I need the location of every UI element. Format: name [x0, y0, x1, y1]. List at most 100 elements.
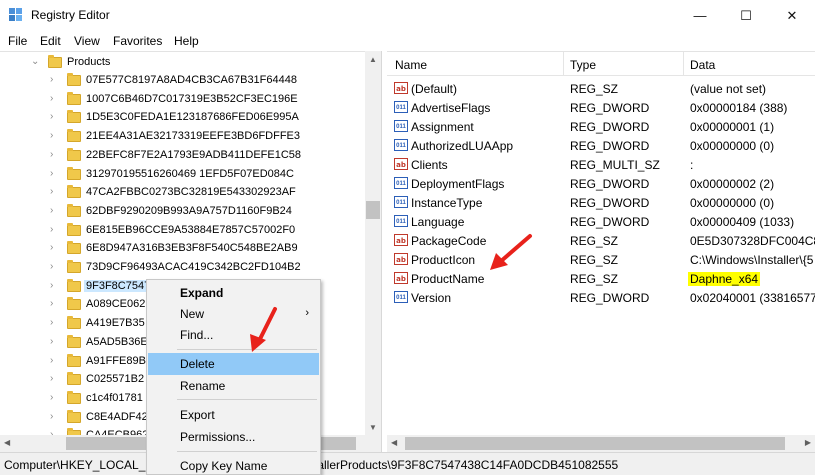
- folder-icon: [67, 278, 81, 292]
- chevron-right-icon[interactable]: ›: [50, 280, 53, 291]
- value-row[interactable]: 011 DeploymentFlags REG_DWORD 0x00000002 (2…: [387, 174, 815, 193]
- menu-help[interactable]: Help: [174, 34, 199, 48]
- folder-icon: [67, 222, 81, 236]
- tree-item[interactable]: › 312970195516260469 1EFD5F07ED084C: [0, 166, 365, 184]
- column-header-type[interactable]: Type: [570, 58, 596, 72]
- value-row[interactable]: ab ProductName REG_SZ Daphne_x64: [387, 269, 815, 288]
- column-header-name[interactable]: Name: [395, 58, 427, 72]
- tree-item[interactable]: › 6E8D947A316B3EB3F8F540C548BE2AB9: [0, 240, 365, 258]
- chevron-right-icon[interactable]: ›: [50, 149, 53, 160]
- value-type: REG_DWORD: [570, 291, 650, 305]
- tree-item[interactable]: › 1007C6B46D7C017319E3B52CF3EC196E: [0, 91, 365, 109]
- chevron-right-icon[interactable]: ›: [50, 93, 53, 104]
- value-row[interactable]: ab (Default) REG_SZ (value not set): [387, 79, 815, 98]
- context-menu-permissions[interactable]: Permissions...: [148, 426, 319, 448]
- chevron-right-icon[interactable]: ›: [50, 317, 53, 328]
- tree-item-label: 6E8D947A316B3EB3F8F540C548BE2AB9: [86, 242, 298, 255]
- context-menu-expand[interactable]: Expand: [148, 282, 319, 304]
- context-menu-find[interactable]: Find...: [148, 324, 319, 346]
- folder-icon: [67, 390, 81, 404]
- value-data: 0x00000002 (2): [690, 177, 775, 191]
- scroll-left-arrow-icon[interactable]: ◀: [391, 438, 397, 447]
- value-name: ProductIcon: [411, 253, 476, 267]
- value-row[interactable]: 011 Assignment REG_DWORD 0x00000001 (1): [387, 117, 815, 136]
- chevron-right-icon[interactable]: ›: [50, 111, 53, 122]
- values-list-pane[interactable]: Name Type Data ab (Default) REG_SZ (value n…: [387, 51, 815, 435]
- context-menu-rename[interactable]: Rename: [148, 375, 319, 397]
- value-row[interactable]: 011 InstanceType REG_DWORD 0x00000000 (0): [387, 193, 815, 212]
- string-value-icon: ab: [394, 272, 408, 284]
- tree-item-label: C8E4ADF42: [86, 410, 148, 423]
- menu-file[interactable]: File: [8, 34, 27, 48]
- tree-item[interactable]: › 07E577C8197A8AD4CB3CA67B31F64448: [0, 72, 365, 90]
- chevron-right-icon[interactable]: ›: [50, 261, 53, 272]
- menu-favorites[interactable]: Favorites: [113, 34, 162, 48]
- chevron-right-icon[interactable]: ›: [50, 411, 53, 422]
- menu-bar: File Edit View Favorites Help: [0, 31, 815, 51]
- chevron-right-icon[interactable]: ›: [50, 130, 53, 141]
- scrollbar-thumb[interactable]: [366, 201, 380, 219]
- menu-edit[interactable]: Edit: [40, 34, 61, 48]
- tree-item[interactable]: › 1D5E3C0FEDA1E123187686FED06E995A: [0, 109, 365, 127]
- value-data: 0x00000001 (1): [690, 120, 775, 134]
- scroll-down-arrow-icon[interactable]: ▼: [365, 419, 381, 435]
- context-menu-delete[interactable]: Delete: [148, 353, 319, 375]
- chevron-right-icon[interactable]: ›: [50, 298, 53, 309]
- tree-item[interactable]: › 73D9CF96493ACAC419C342BC2FD104B2: [0, 259, 365, 277]
- chevron-right-icon[interactable]: ›: [50, 168, 53, 179]
- scroll-right-arrow-icon[interactable]: ▶: [805, 438, 811, 447]
- tree-item-label: 21EE4A31AE32173319EEFE3BD6FDFFE3: [86, 130, 301, 143]
- value-data: 0x02040001 (33816577): [690, 291, 815, 305]
- list-horizontal-scrollbar[interactable]: ◀ ▶: [387, 435, 815, 452]
- value-data: :: [690, 158, 694, 172]
- chevron-right-icon[interactable]: ›: [50, 74, 53, 85]
- chevron-right-icon[interactable]: ›: [50, 355, 53, 366]
- menu-view[interactable]: View: [74, 34, 100, 48]
- chevron-right-icon[interactable]: ›: [50, 224, 53, 235]
- chevron-right-icon[interactable]: ›: [50, 186, 53, 197]
- chevron-right-icon[interactable]: ›: [50, 392, 53, 403]
- chevron-right-icon[interactable]: ›: [50, 205, 53, 216]
- close-button[interactable]: ✕: [769, 0, 815, 31]
- value-data: 0x00000184 (388): [690, 101, 788, 115]
- value-data: 0E5D307328DFC004C85: [690, 234, 815, 248]
- context-menu-export[interactable]: Export: [148, 404, 319, 426]
- tree-item[interactable]: › 21EE4A31AE32173319EEFE3BD6FDFFE3: [0, 128, 365, 146]
- chevron-right-icon[interactable]: ›: [50, 242, 53, 253]
- value-name: DeploymentFlags: [411, 177, 505, 191]
- context-menu-new[interactable]: New ›: [148, 303, 319, 325]
- tree-item[interactable]: › 22BEFC8F7E2A1793E9ADB411DEFE1C58: [0, 147, 365, 165]
- value-row[interactable]: 011 Language REG_DWORD 0x00000409 (1033): [387, 212, 815, 231]
- value-row[interactable]: ab ProductIcon REG_SZ C:\Windows\Installer\…: [387, 250, 815, 269]
- tree-item[interactable]: › 47CA2FBBC0273BC32819E543302923AF: [0, 184, 365, 202]
- tree-item[interactable]: › 62DBF9290209B993A9A757D1160F9B24: [0, 203, 365, 221]
- value-row[interactable]: 011 AuthorizedLUAApp REG_DWORD 0x00000000 (…: [387, 136, 815, 155]
- value-row[interactable]: ab PackageCode REG_SZ 0E5D307328DFC004C85: [387, 231, 815, 250]
- value-type: REG_DWORD: [570, 120, 650, 134]
- value-type: REG_SZ: [570, 253, 619, 267]
- value-row[interactable]: ab Clients REG_MULTI_SZ:: [387, 155, 815, 174]
- value-type: REG_DWORD: [570, 101, 650, 115]
- scrollbar-thumb[interactable]: [405, 437, 785, 450]
- maximize-button[interactable]: ☐: [723, 0, 769, 31]
- folder-icon: [67, 316, 81, 330]
- column-header-data[interactable]: Data: [690, 58, 715, 72]
- minimize-button[interactable]: —: [677, 0, 723, 31]
- tree-item-products[interactable]: ⌄ Products: [0, 54, 365, 72]
- scroll-left-arrow-icon[interactable]: ◀: [4, 438, 10, 447]
- tree-vertical-scrollbar[interactable]: ▲ ▼: [365, 51, 381, 435]
- value-row[interactable]: 011 Version REG_DWORD 0x02040001 (33816577): [387, 288, 815, 307]
- string-value-icon: ab: [394, 253, 408, 265]
- column-divider[interactable]: [563, 52, 564, 76]
- chevron-right-icon[interactable]: ›: [50, 373, 53, 384]
- chevron-down-icon[interactable]: ⌄: [31, 56, 39, 67]
- title-bar: Registry Editor — ☐ ✕: [0, 0, 815, 31]
- column-divider[interactable]: [683, 52, 684, 76]
- tree-item[interactable]: › 6E815EB96CCE9A53884E7857C57002F0: [0, 222, 365, 240]
- scroll-up-arrow-icon[interactable]: ▲: [365, 51, 381, 67]
- tree-item-label: A419E7B35: [86, 317, 145, 330]
- value-name: Language: [411, 215, 465, 229]
- chevron-right-icon[interactable]: ›: [50, 336, 53, 347]
- value-row[interactable]: 011 AdvertiseFlags REG_DWORD 0x00000184 (38…: [387, 98, 815, 117]
- context-menu-copy-key-name[interactable]: Copy Key Name: [148, 455, 319, 475]
